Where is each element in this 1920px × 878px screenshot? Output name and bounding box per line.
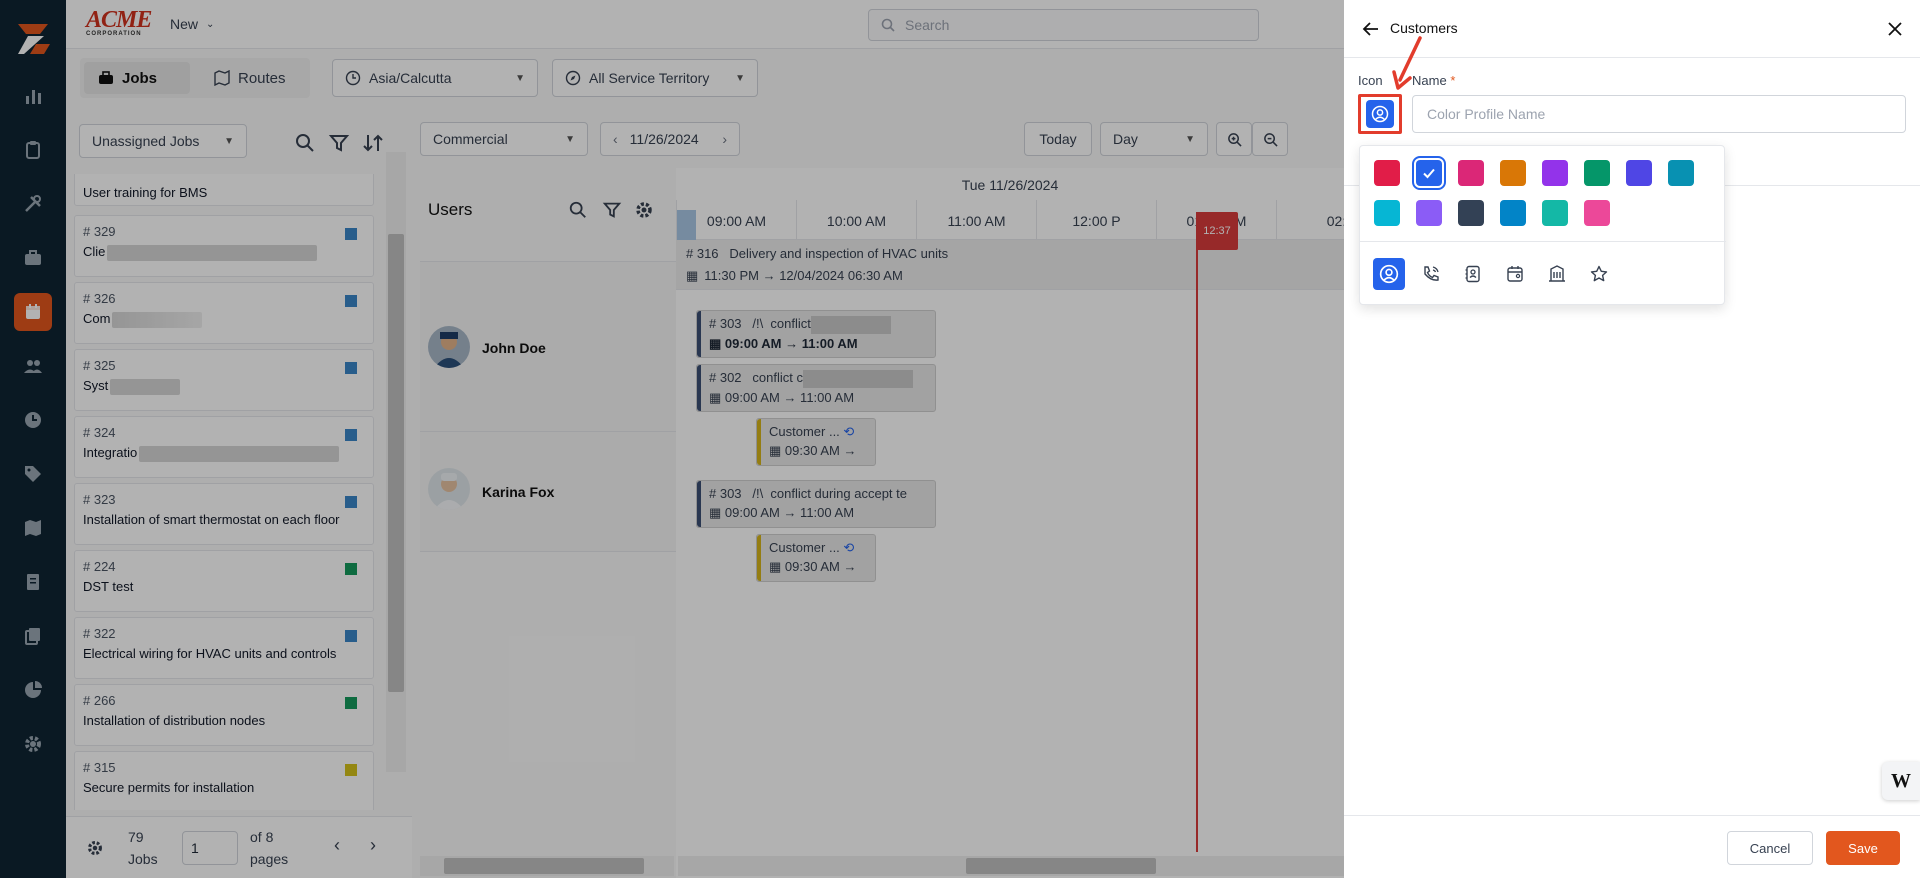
close-icon[interactable]	[1884, 18, 1906, 40]
icon-option-calendar-user[interactable]	[1499, 258, 1531, 290]
icon-option-phone-call[interactable]	[1415, 258, 1447, 290]
customers-drawer: Customers Icon Name * Color Profile Name…	[1344, 0, 1920, 878]
drawer-footer: Cancel Save	[1344, 815, 1920, 878]
icon-option-address-book[interactable]	[1457, 258, 1489, 290]
color-swatch[interactable]	[1374, 160, 1400, 186]
calendar-user-icon	[1507, 266, 1523, 282]
modal-backdrop[interactable]	[0, 0, 1344, 878]
save-button[interactable]: Save	[1826, 831, 1900, 865]
color-swatch[interactable]	[1458, 200, 1484, 226]
user-circle-icon	[1371, 105, 1389, 123]
icon-option-building[interactable]	[1541, 258, 1573, 290]
color-swatch[interactable]	[1500, 200, 1526, 226]
color-profile-name-input[interactable]	[1412, 95, 1906, 133]
cancel-button[interactable]: Cancel	[1727, 831, 1813, 865]
widget-badge[interactable]: W	[1882, 762, 1920, 800]
color-swatch[interactable]	[1500, 160, 1526, 186]
user-circle-icon	[1379, 264, 1399, 284]
icon-color-popover	[1359, 145, 1726, 305]
color-swatch[interactable]	[1542, 160, 1568, 186]
color-swatch[interactable]	[1416, 200, 1442, 226]
back-arrow-icon[interactable]	[1360, 18, 1382, 40]
color-swatch[interactable]	[1584, 160, 1610, 186]
color-swatch[interactable]	[1626, 160, 1652, 186]
color-swatch[interactable]	[1458, 160, 1484, 186]
color-swatch[interactable]	[1542, 200, 1568, 226]
color-swatch[interactable]	[1584, 200, 1610, 226]
icon-picker-button[interactable]	[1358, 94, 1402, 134]
building-icon	[1549, 265, 1565, 282]
check-icon	[1423, 168, 1435, 179]
color-swatch[interactable]	[1668, 160, 1694, 186]
color-swatch[interactable]	[1374, 200, 1400, 226]
icon-option-star[interactable]	[1583, 258, 1615, 290]
color-swatch[interactable]	[1412, 156, 1446, 190]
divider	[1360, 241, 1726, 242]
star-icon	[1590, 265, 1608, 282]
drawer-header: Customers	[1344, 0, 1920, 58]
annotation-arrow	[1392, 36, 1422, 90]
icon-option-user-circle[interactable]	[1373, 258, 1405, 290]
phone-call-icon	[1424, 266, 1439, 281]
address-book-icon	[1465, 265, 1480, 283]
